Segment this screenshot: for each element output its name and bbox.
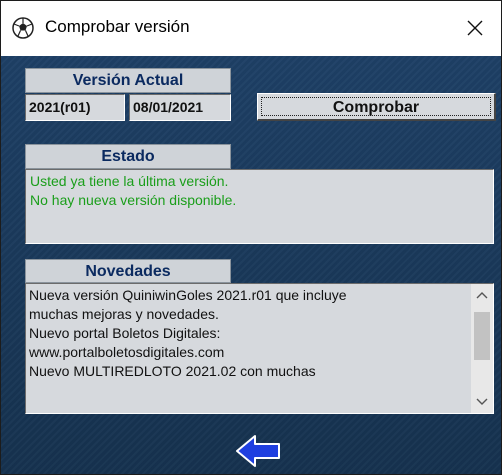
dialog-body: Versión Actual 2021(r01) 08/01/2021 Comp…: [1, 56, 501, 474]
soccer-ball-icon: [11, 16, 35, 40]
back-arrow-icon[interactable]: [235, 434, 281, 468]
current-version-field: 2021(r01): [25, 94, 125, 121]
check-button-label: Comprobar: [261, 97, 491, 116]
news-line: Nuevo MULTIREDLOTO 2021.02 con muchas: [29, 363, 316, 379]
status-line: No hay nueva versión disponible.: [30, 192, 237, 208]
news-text: Nueva versión QuiniwinGoles 2021.r01 que…: [29, 286, 469, 381]
scroll-thumb[interactable]: [474, 312, 490, 360]
status-heading: Estado: [25, 144, 231, 169]
current-version-date-field: 08/01/2021: [129, 94, 231, 121]
close-icon: [467, 20, 483, 36]
status-box: Usted ya tiene la última versión. No hay…: [25, 169, 494, 244]
current-version-heading: Versión Actual: [25, 68, 231, 93]
title-bar: Comprobar versión: [1, 1, 501, 56]
news-textarea[interactable]: Nueva versión QuiniwinGoles 2021.r01 que…: [25, 283, 494, 414]
scroll-up-button[interactable]: [471, 284, 493, 306]
news-line: Nuevo portal Boletos Digitales:: [29, 325, 221, 341]
status-line: Usted ya tiene la última versión.: [30, 173, 229, 189]
news-heading: Novedades: [25, 259, 231, 283]
news-line: www.portalboletosdigitales.com: [29, 344, 225, 360]
window-title: Comprobar versión: [45, 17, 190, 36]
chevron-up-icon: [476, 292, 488, 299]
news-line: muchas mejoras y novedades.: [29, 306, 219, 322]
news-line: Nueva versión QuiniwinGoles 2021.r01 que…: [29, 287, 347, 303]
news-scrollbar[interactable]: [471, 284, 493, 413]
close-button[interactable]: [453, 7, 497, 49]
chevron-down-icon: [476, 398, 488, 405]
scroll-down-button[interactable]: [471, 391, 493, 413]
check-button[interactable]: Comprobar: [257, 93, 496, 121]
check-version-window: Comprobar versión Versión Actual 2021(r0…: [0, 0, 502, 475]
